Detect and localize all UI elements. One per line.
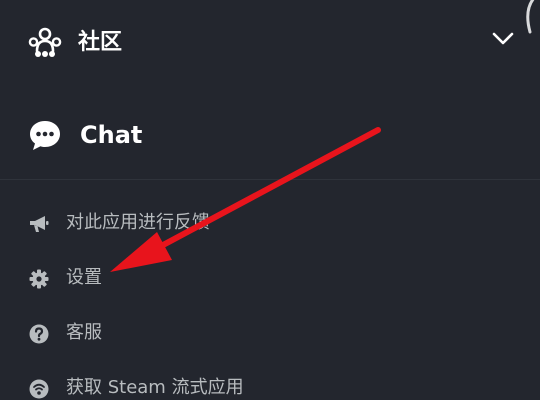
chat-label: Chat <box>80 121 143 149</box>
megaphone-icon <box>30 216 49 232</box>
question-circle-icon <box>29 324 49 344</box>
menu-item-feedback[interactable]: 对此应用进行反馈 <box>0 204 420 244</box>
menu-item-steam-link[interactable]: 获取 Steam 流式应用 <box>0 369 420 400</box>
community-group-icon <box>28 27 62 57</box>
menu-item-label: 设置 <box>66 267 102 288</box>
nav-community[interactable]: 社区 <box>0 0 540 86</box>
steam-mobile-menu: 社区 Chat 对此应用进行反馈 设置 客服 获取 Steam 流式应用 <box>0 0 540 400</box>
menu-item-support[interactable]: 客服 <box>0 314 420 354</box>
gear-icon <box>29 269 49 289</box>
menu-item-label: 对此应用进行反馈 <box>66 212 210 233</box>
menu-item-label: 客服 <box>66 322 102 343</box>
community-label: 社区 <box>78 30 123 55</box>
chevron-down-icon[interactable] <box>492 32 514 46</box>
section-divider <box>0 179 540 180</box>
menu-item-label: 获取 Steam 流式应用 <box>66 377 244 398</box>
nav-chat[interactable]: Chat <box>0 96 540 172</box>
menu-item-settings[interactable]: 设置 <box>0 259 420 299</box>
chat-bubble-icon <box>30 121 60 150</box>
stream-icon <box>29 379 49 399</box>
